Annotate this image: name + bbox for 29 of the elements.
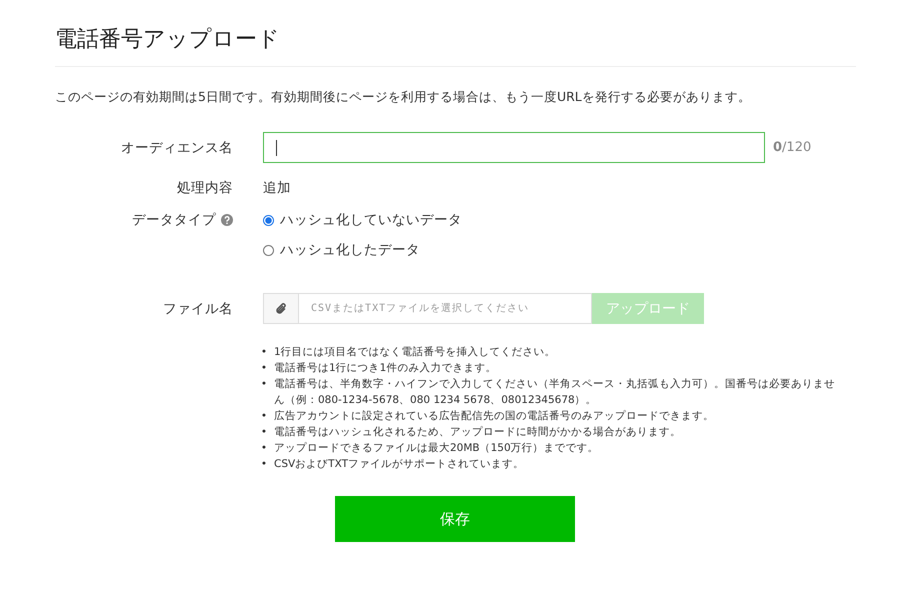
note-text: 電話番号は1行につき1件のみ入力できます。 xyxy=(274,361,496,376)
character-counter: 0/120 xyxy=(773,140,812,155)
page-title: 電話番号アップロード xyxy=(55,24,856,67)
note-text: 広告アカウントに設定されている広告配信先の国の電話番号のみアップロードできます。 xyxy=(274,409,714,424)
field-label: 処理内容 xyxy=(177,179,233,197)
audience-name-field[interactable] xyxy=(263,132,765,163)
note-text: 電話番号は、半角数字・ハイフンで入力してください（半角スペース・丸括弧も入力可）。国番号は必要ありません（例：080-1234-5678、080 1234 5678、08012345678）。 xyxy=(274,377,836,408)
bullet-mark: • xyxy=(260,361,268,376)
bullet-mark: • xyxy=(260,409,268,424)
field-label: ファイル名 xyxy=(163,300,233,318)
note-text: アップロードできるファイルは最大20MB（150万行）までです。 xyxy=(274,441,599,456)
field-label: オーディエンス名 xyxy=(121,138,233,156)
paperclip-icon[interactable] xyxy=(274,302,288,316)
notice-text: このページの有効期間は5日間です。有効期間後にページを利用する場合は、もう一度URLを発行する必要があります。 xyxy=(55,89,752,106)
bullet-mark: • xyxy=(260,457,268,472)
note-text: 電話番号はハッシュ化されるため、アップロードに時間がかかる場合があります。 xyxy=(274,425,681,440)
process-value: 追加 xyxy=(263,179,292,197)
field-label: データタイプ xyxy=(132,211,216,229)
bullet-mark: • xyxy=(260,377,268,392)
file-name-field[interactable]: CSVまたはTXTファイルを選択してください xyxy=(299,293,592,324)
radio-option[interactable]: ハッシュ化したデータ xyxy=(263,241,856,259)
note-text: CSVおよびTXTファイルがサポートされています。 xyxy=(274,457,524,472)
note-text: 1行目には項目名ではなく電話番号を挿入してください。 xyxy=(274,345,556,360)
bullet-mark: • xyxy=(260,425,268,440)
help-icon[interactable] xyxy=(221,214,233,226)
bullet-mark: • xyxy=(260,441,268,456)
bullet-mark: • xyxy=(260,345,268,360)
text-cursor xyxy=(276,140,277,156)
radio-option[interactable]: ハッシュ化していないデータ xyxy=(263,211,856,229)
